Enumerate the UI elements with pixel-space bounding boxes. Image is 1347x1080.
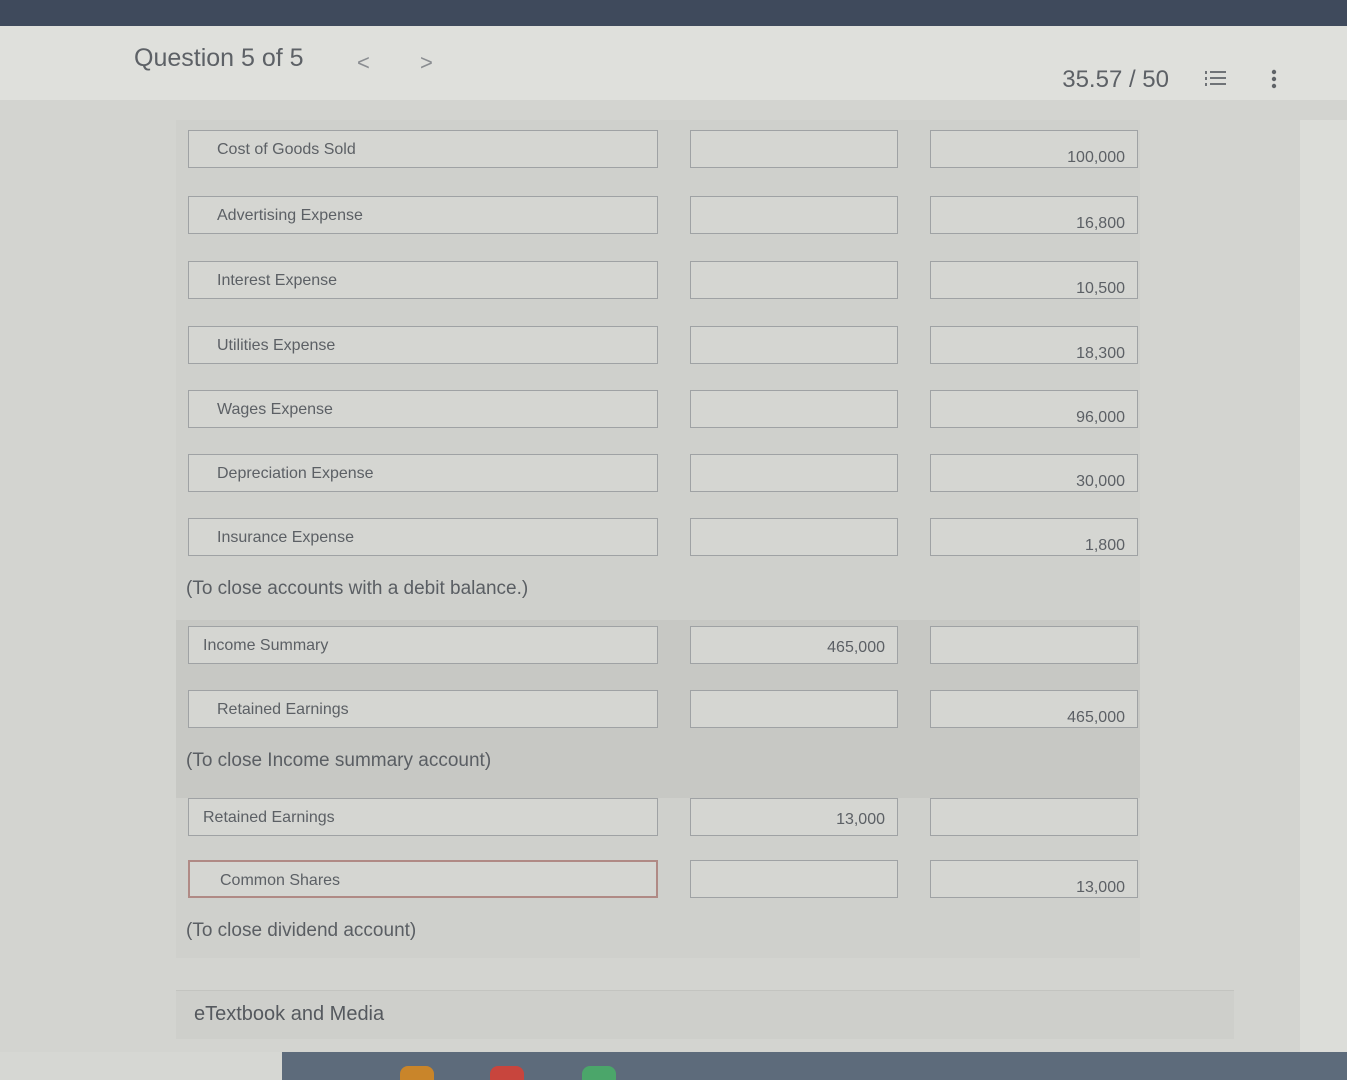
taskbar-app-icon[interactable] (490, 1066, 524, 1080)
journal-row: Interest Expense 10,500 (188, 261, 1148, 305)
credit-field[interactable]: 96,000 (930, 390, 1138, 428)
account-field[interactable]: Retained Earnings (188, 690, 658, 728)
next-question-button[interactable]: > (420, 50, 433, 76)
account-field[interactable]: Income Summary (188, 626, 658, 664)
account-field[interactable]: Wages Expense (188, 390, 658, 428)
account-field[interactable]: Advertising Expense (188, 196, 658, 234)
journal-row: Income Summary 465,000 (188, 626, 1148, 670)
credit-field[interactable]: 10,500 (930, 261, 1138, 299)
debit-field[interactable]: 465,000 (690, 626, 898, 664)
debit-field[interactable] (690, 326, 898, 364)
scrollbar-track[interactable] (1300, 120, 1347, 1052)
credit-field[interactable]: 16,800 (930, 196, 1138, 234)
entry-explanation: (To close dividend account) (186, 920, 417, 941)
debit-field[interactable] (690, 196, 898, 234)
credit-field[interactable]: 13,000 (930, 860, 1138, 898)
account-field[interactable]: Common Shares (188, 860, 658, 898)
journal-row: Retained Earnings 465,000 (188, 690, 1148, 734)
account-field[interactable]: Depreciation Expense (188, 454, 658, 492)
question-counter: Question 5 of 5 (134, 44, 304, 72)
taskbar-app-icon[interactable] (582, 1066, 616, 1080)
etextbook-section: eTextbook and Media (176, 990, 1234, 1039)
score-display: 35.57 / 50 (1062, 66, 1169, 93)
journal-row: Insurance Expense 1,800 (188, 518, 1148, 562)
debit-field[interactable] (690, 518, 898, 556)
question-list-icon[interactable] (1203, 66, 1229, 92)
entry-explanation: (To close accounts with a debit balance.… (186, 578, 529, 599)
account-field[interactable]: Cost of Goods Sold (188, 130, 658, 168)
debit-field[interactable] (690, 690, 898, 728)
debit-field[interactable]: 13,000 (690, 798, 898, 836)
credit-field[interactable] (930, 798, 1138, 836)
os-taskbar (282, 1052, 1347, 1080)
journal-row: Cost of Goods Sold 100,000 (188, 130, 1148, 174)
credit-field[interactable]: 1,800 (930, 518, 1138, 556)
credit-field[interactable]: 465,000 (930, 690, 1138, 728)
entry-explanation: (To close Income summary account) (186, 750, 492, 771)
previous-question-button[interactable]: < (357, 50, 370, 76)
journal-row: Common Shares 13,000 (188, 860, 1148, 904)
question-header: Question 5 of 5 < > 35.57 / 50 (0, 26, 1347, 101)
more-options-icon[interactable] (1264, 66, 1284, 92)
account-field[interactable]: Interest Expense (188, 261, 658, 299)
debit-field[interactable] (690, 390, 898, 428)
debit-field[interactable] (690, 454, 898, 492)
browser-top-strip (0, 0, 1347, 26)
credit-field[interactable] (930, 626, 1138, 664)
etextbook-link[interactable]: eTextbook and Media (194, 1003, 384, 1026)
credit-field[interactable]: 18,300 (930, 326, 1138, 364)
journal-row: Retained Earnings 13,000 (188, 798, 1148, 842)
credit-field[interactable]: 30,000 (930, 454, 1138, 492)
credit-field[interactable]: 100,000 (930, 130, 1138, 168)
journal-row: Utilities Expense 18,300 (188, 326, 1148, 370)
account-field[interactable]: Retained Earnings (188, 798, 658, 836)
debit-field[interactable] (690, 130, 898, 168)
debit-field[interactable] (690, 860, 898, 898)
account-field[interactable]: Utilities Expense (188, 326, 658, 364)
question-content: Cost of Goods Sold 100,000 Advertising E… (0, 100, 1347, 1052)
journal-row: Depreciation Expense 30,000 (188, 454, 1148, 498)
taskbar-app-icon[interactable] (400, 1066, 434, 1080)
journal-row: Wages Expense 96,000 (188, 390, 1148, 434)
debit-field[interactable] (690, 261, 898, 299)
journal-row: Advertising Expense 16,800 (188, 196, 1148, 240)
account-field[interactable]: Insurance Expense (188, 518, 658, 556)
